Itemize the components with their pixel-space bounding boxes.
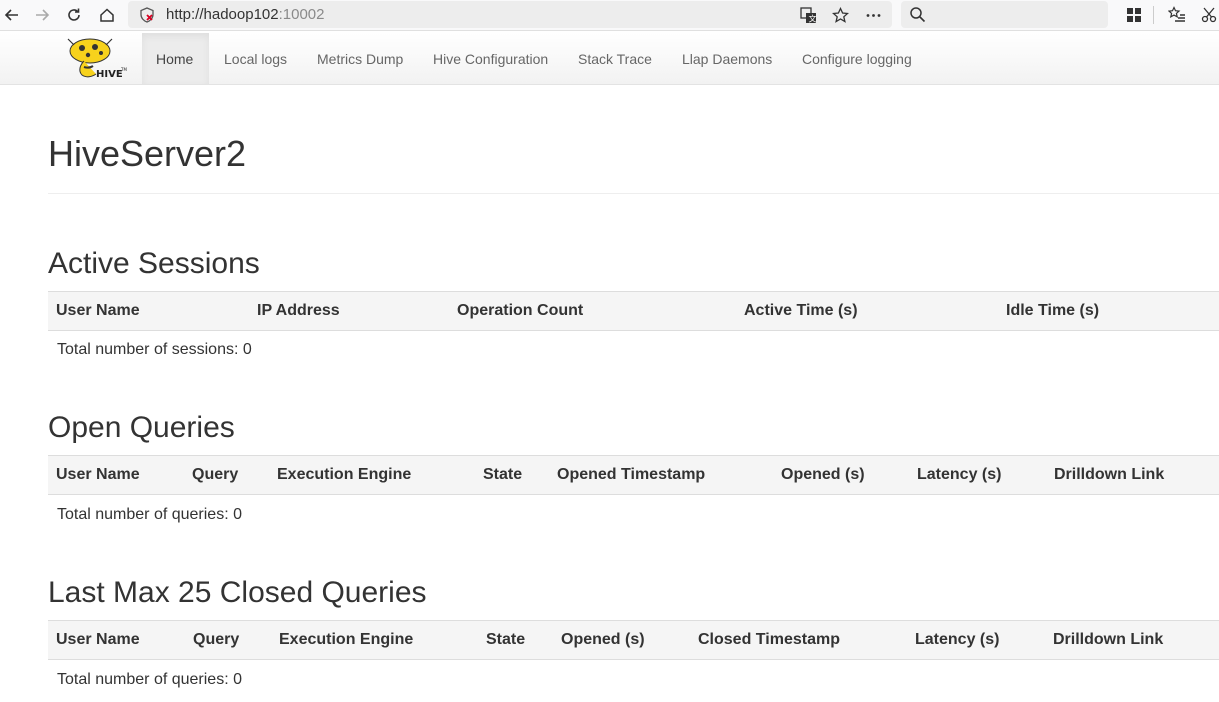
column-header[interactable]: Execution Engine xyxy=(277,466,411,484)
sessions-total: Total number of sessions: 0 xyxy=(57,341,252,358)
search-icon xyxy=(909,6,926,28)
column-header[interactable]: Drilldown Link xyxy=(1054,466,1164,484)
nav-home[interactable]: Home xyxy=(142,33,209,84)
favorites-list-icon[interactable] xyxy=(1166,4,1188,26)
column-header[interactable]: Query xyxy=(193,631,239,649)
open-queries-total: Total number of queries: 0 xyxy=(57,506,242,523)
nav-llap-daemons[interactable]: Llap Daemons xyxy=(682,33,772,84)
back-arrow-icon[interactable] xyxy=(1,4,23,26)
url-text[interactable]: http://hadoop102:10002 xyxy=(166,6,325,23)
bookmark-star-icon[interactable] xyxy=(831,6,849,24)
nav-local-logs[interactable]: Local logs xyxy=(224,33,287,84)
more-actions-icon[interactable] xyxy=(864,6,882,24)
column-header[interactable]: User Name xyxy=(56,302,140,320)
column-header[interactable]: Operation Count xyxy=(457,302,583,320)
translate-icon[interactable]: 文 xyxy=(799,6,817,24)
title-divider xyxy=(48,193,1219,194)
screenshot-scissors-icon[interactable] xyxy=(1198,4,1219,26)
column-header[interactable]: Opened (s) xyxy=(561,631,645,649)
svg-text:TM: TM xyxy=(120,67,127,72)
column-header[interactable]: Closed Timestamp xyxy=(698,631,840,649)
toolbar-divider xyxy=(1153,6,1154,24)
closed-queries-table-header: User Name Query Execution Engine State O… xyxy=(48,620,1219,660)
active-sessions-table-header: User Name IP Address Operation Count Act… xyxy=(48,291,1219,331)
url-port: :10002 xyxy=(278,6,325,23)
open-queries-heading: Open Queries xyxy=(48,411,235,444)
svg-text:HIVE: HIVE xyxy=(96,69,123,80)
active-sessions-heading: Active Sessions xyxy=(48,247,260,280)
address-bar[interactable]: http://hadoop102:10002 文 xyxy=(128,1,892,28)
closed-queries-total: Total number of queries: 0 xyxy=(57,671,242,688)
column-header[interactable]: Latency (s) xyxy=(915,631,999,649)
column-header[interactable]: State xyxy=(486,631,525,649)
reload-icon[interactable] xyxy=(63,4,85,26)
column-header[interactable]: Latency (s) xyxy=(917,466,1001,484)
search-input[interactable] xyxy=(901,1,1108,28)
column-header[interactable]: Idle Time (s) xyxy=(1006,302,1099,320)
hive-logo[interactable]: HIVE TM xyxy=(62,37,128,81)
page-navbar: HIVE TM Home Local logs Metrics Dump Hiv… xyxy=(0,33,1219,85)
nav-hive-configuration[interactable]: Hive Configuration xyxy=(433,33,548,84)
page-title: HiveServer2 xyxy=(48,133,247,174)
url-host: http://hadoop102 xyxy=(166,6,279,23)
column-header[interactable]: Opened Timestamp xyxy=(557,466,705,484)
column-header[interactable]: Execution Engine xyxy=(279,631,413,649)
open-queries-table-header: User Name Query Execution Engine State O… xyxy=(48,455,1219,495)
column-header[interactable]: User Name xyxy=(56,466,140,484)
column-header[interactable]: User Name xyxy=(56,631,140,649)
nav-stack-trace[interactable]: Stack Trace xyxy=(578,33,652,84)
home-icon[interactable] xyxy=(96,4,118,26)
svg-text:文: 文 xyxy=(808,13,816,23)
nav-metrics-dump[interactable]: Metrics Dump xyxy=(317,33,403,84)
closed-queries-heading: Last Max 25 Closed Queries xyxy=(48,576,427,609)
browser-toolbar: http://hadoop102:10002 文 xyxy=(0,0,1219,31)
insecure-connection-icon[interactable] xyxy=(138,6,156,29)
column-header[interactable]: IP Address xyxy=(257,302,340,320)
column-header[interactable]: State xyxy=(483,466,522,484)
column-header[interactable]: Drilldown Link xyxy=(1053,631,1163,649)
forward-arrow-icon[interactable] xyxy=(31,4,53,26)
column-header[interactable]: Query xyxy=(192,466,238,484)
apps-grid-icon[interactable] xyxy=(1123,4,1145,26)
column-header[interactable]: Opened (s) xyxy=(781,466,865,484)
nav-configure-logging[interactable]: Configure logging xyxy=(802,33,912,84)
column-header[interactable]: Active Time (s) xyxy=(744,302,858,320)
